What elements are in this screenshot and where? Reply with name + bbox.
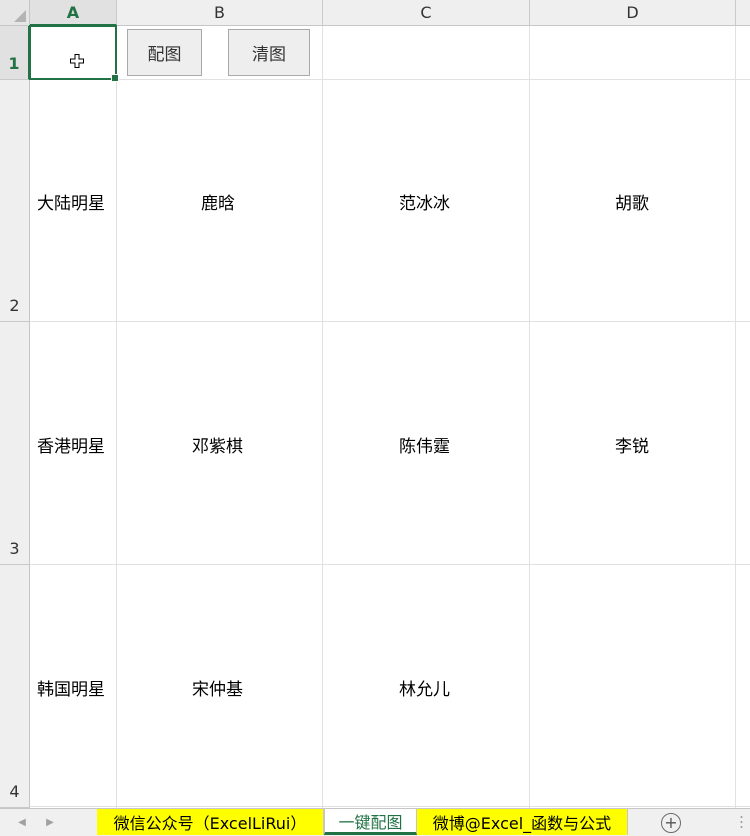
- cell-c3[interactable]: 陈伟霆: [399, 432, 450, 457]
- grid-lines: [30, 26, 750, 808]
- row-header-2[interactable]: 2: [0, 80, 30, 322]
- cell-a3[interactable]: 香港明星: [37, 432, 105, 457]
- cell-b2[interactable]: 鹿晗: [201, 189, 235, 214]
- cell-cross-cursor-icon: [70, 54, 84, 68]
- column-header-b[interactable]: B: [117, 0, 323, 26]
- row-header-1[interactable]: 1: [0, 26, 30, 80]
- scroll-right-icon[interactable]: ▶: [41, 812, 59, 832]
- scroll-left-icon[interactable]: ◀: [13, 812, 31, 832]
- active-cell-a1[interactable]: [29, 25, 119, 82]
- fill-handle[interactable]: [111, 74, 119, 82]
- add-sheet-icon[interactable]: +: [661, 813, 681, 833]
- column-header-a[interactable]: A: [30, 0, 117, 26]
- select-all-corner[interactable]: [0, 0, 30, 26]
- cell-c2[interactable]: 范冰冰: [399, 189, 450, 214]
- cell-b4[interactable]: 宋仲基: [192, 675, 243, 700]
- column-header-c[interactable]: C: [323, 0, 530, 26]
- column-header-d[interactable]: D: [530, 0, 736, 26]
- cell-a2[interactable]: 大陆明星: [37, 189, 105, 214]
- sheet-tab-one-click-match[interactable]: 一键配图: [324, 809, 417, 835]
- row-header-3[interactable]: 3: [0, 322, 30, 565]
- sheet-tab-weibo[interactable]: 微博@Excel_函数与公式: [417, 809, 628, 835]
- select-all-triangle-icon: [14, 10, 26, 22]
- cell-c4[interactable]: 林允儿: [399, 675, 450, 700]
- cell-a4[interactable]: 韩国明星: [37, 675, 105, 700]
- cell-d2[interactable]: 胡歌: [615, 189, 649, 214]
- cell-b3[interactable]: 邓紫棋: [192, 432, 243, 457]
- tab-scroll-divider-icon[interactable]: [740, 812, 743, 832]
- cell-d3[interactable]: 李锐: [615, 432, 649, 457]
- row-header-4[interactable]: 4: [0, 565, 30, 808]
- sheet-tab-wechat[interactable]: 微信公众号（ExcelLiRui）: [97, 809, 324, 835]
- column-header-e-partial[interactable]: [736, 0, 750, 26]
- clear-image-button[interactable]: 清图: [228, 29, 310, 76]
- match-image-button[interactable]: 配图: [127, 29, 202, 76]
